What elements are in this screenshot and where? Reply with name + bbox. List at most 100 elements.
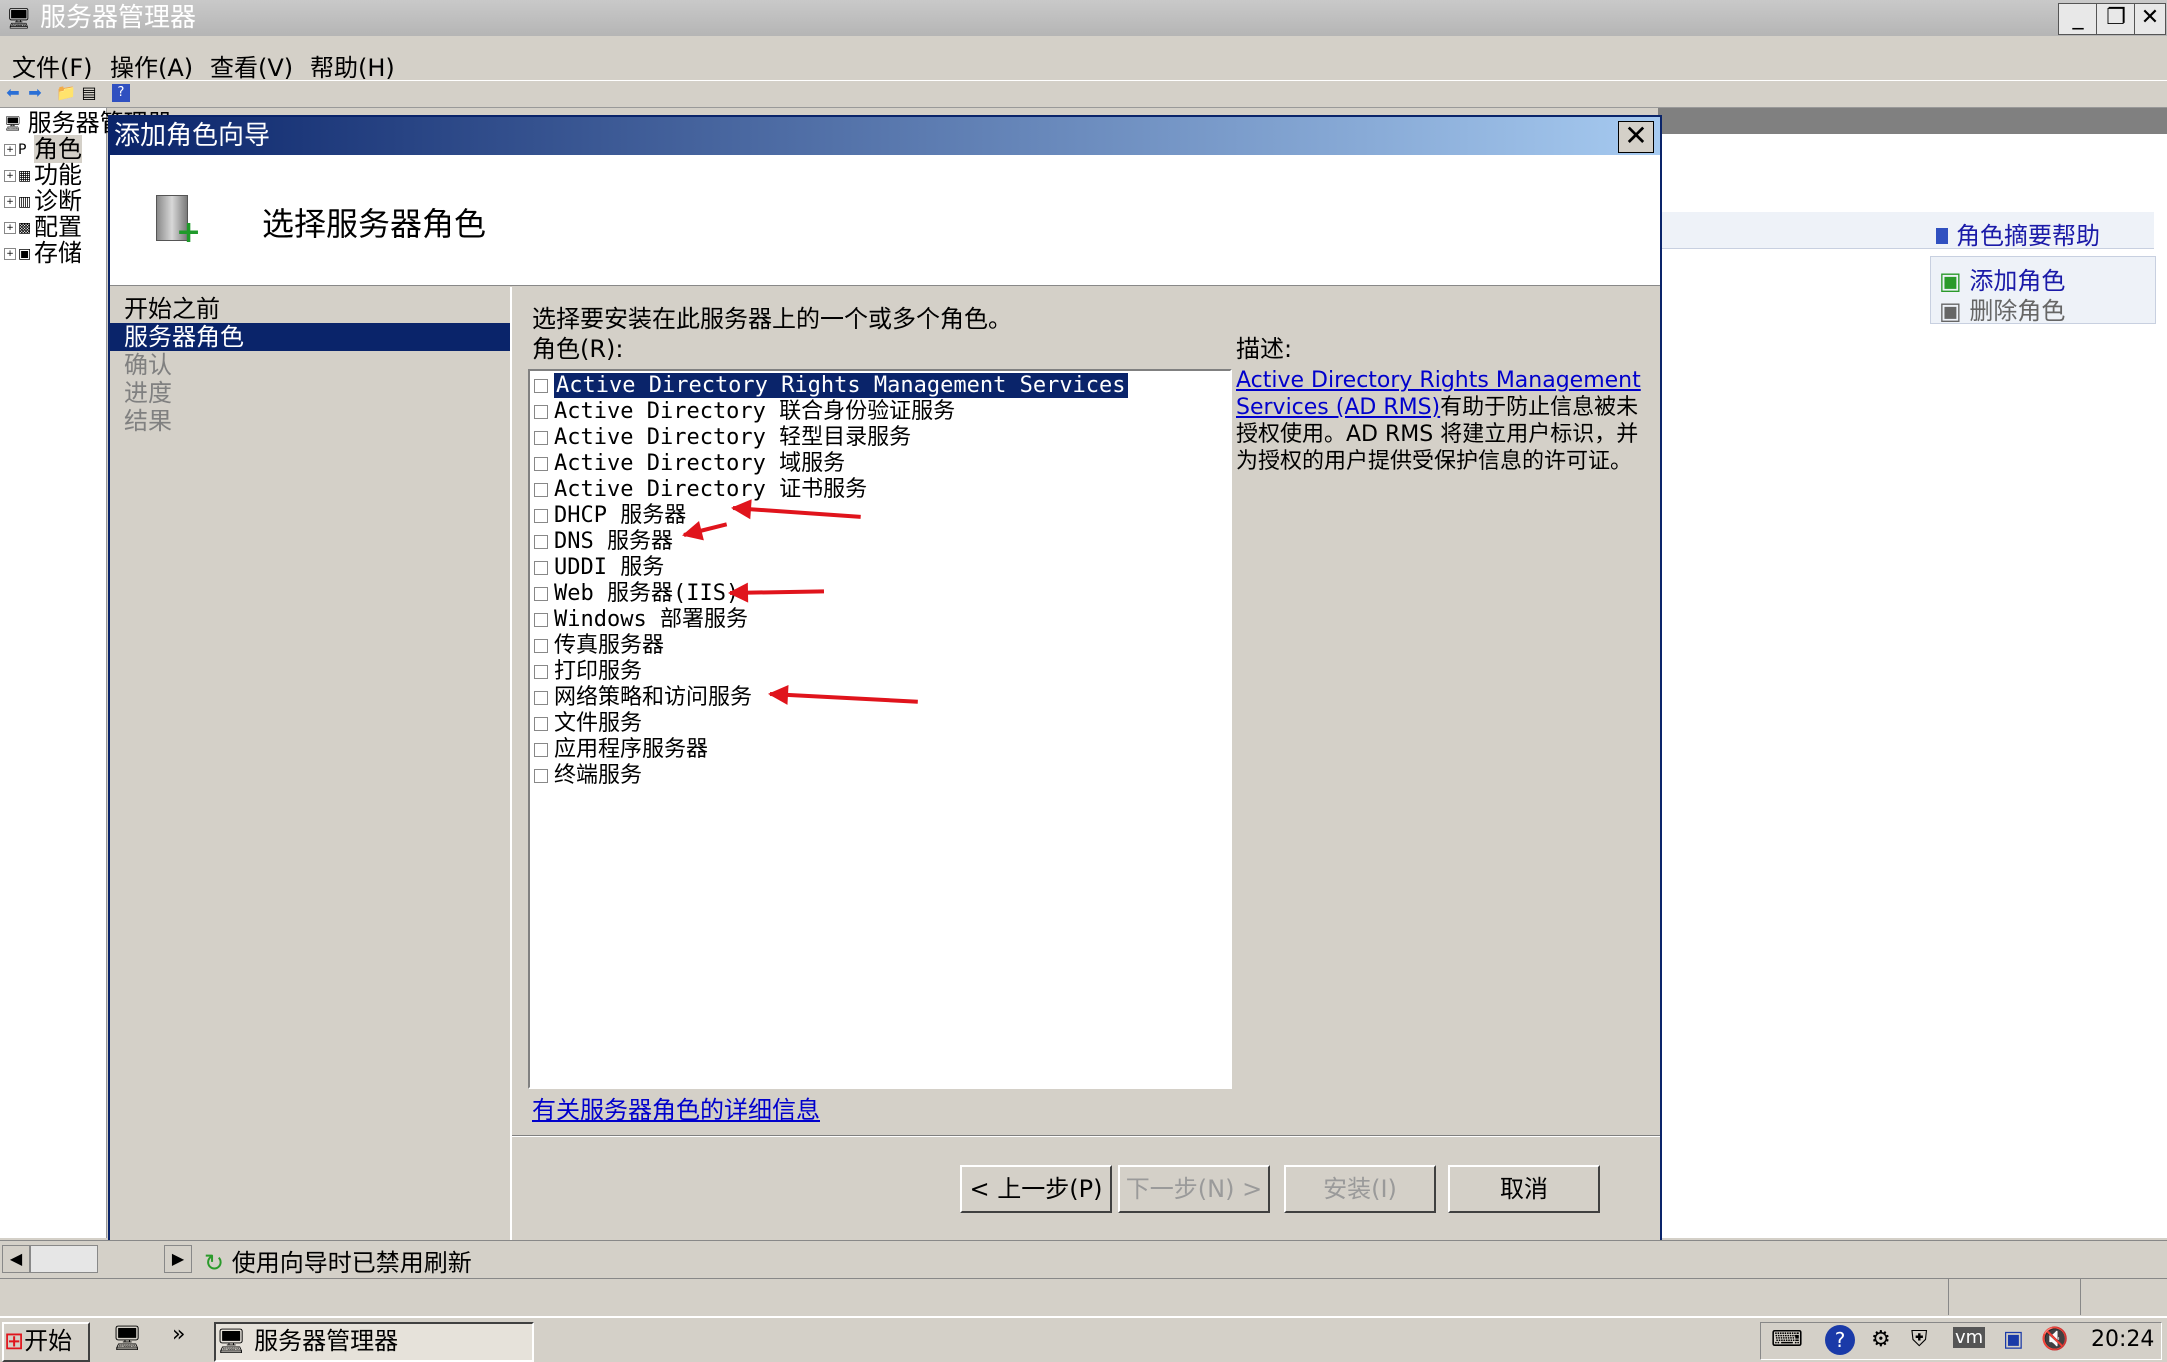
roles-list[interactable]: Active Directory Rights Management Servi…	[528, 369, 1232, 1089]
menu-file[interactable]: 文件(F)	[12, 48, 93, 83]
role-checkbox[interactable]	[534, 509, 548, 523]
role-item[interactable]: 传真服务器	[534, 633, 664, 659]
role-checkbox[interactable]	[534, 561, 548, 575]
keyboard-icon[interactable]: ⌨	[1771, 1327, 1803, 1352]
menu-action[interactable]: 操作(A)	[110, 48, 193, 83]
restore-button[interactable]: ❐	[2096, 3, 2136, 35]
role-summary-help-link[interactable]: 角色摘要帮助	[1936, 216, 2100, 251]
role-checkbox[interactable]	[534, 379, 548, 393]
window-title: 服务器管理器	[40, 3, 197, 33]
tree-item-configuration[interactable]: + ▩ 配置	[4, 214, 82, 240]
remove-role-icon: ▣	[1939, 297, 1962, 325]
navigation-tree: 🖥 服务器管理器 + P 角色 + ▦ 功能 + ▥ 诊断 + ▩ 配置 + ▣ 存储	[0, 108, 172, 1238]
network-connection-icon[interactable]: ▣	[2003, 1327, 2024, 1352]
tree-item-features[interactable]: + ▦ 功能	[4, 162, 82, 188]
back-arrow-icon[interactable]: ⬅	[4, 84, 22, 102]
role-checkbox[interactable]	[534, 535, 548, 549]
cancel-button[interactable]: 取消	[1448, 1165, 1600, 1213]
step-confirmation: 确认	[124, 351, 172, 379]
scroll-left-button[interactable]: ◀	[2, 1245, 30, 1273]
step-before-you-begin[interactable]: 开始之前	[124, 295, 220, 323]
dialog-close-button[interactable]: ✕	[1618, 121, 1654, 153]
taskbar-task-server-manager[interactable]: 🖥 服务器管理器	[214, 1322, 534, 1362]
role-item[interactable]: Active Directory 联合身份验证服务	[534, 399, 955, 425]
role-label: Active Directory 证书服务	[554, 477, 868, 502]
menu-view[interactable]: 查看(V)	[210, 48, 293, 83]
quick-launch-server-icon[interactable]: 🖥	[112, 1324, 142, 1352]
volume-muted-icon[interactable]: 🔇	[2041, 1327, 2068, 1352]
role-checkbox[interactable]	[534, 457, 548, 471]
tree-item-diagnostics[interactable]: + ▥ 诊断	[4, 188, 82, 214]
role-item-web-iis[interactable]: Web 服务器(IIS)	[534, 581, 739, 607]
more-info-link[interactable]: 有关服务器角色的详细信息	[532, 1090, 820, 1125]
role-item[interactable]: Active Directory Rights Management Servi…	[534, 373, 1128, 399]
role-checkbox[interactable]	[534, 405, 548, 419]
help-icon[interactable]: ?	[112, 84, 130, 102]
role-checkbox[interactable]	[534, 483, 548, 497]
dialog-header: + 选择服务器角色	[110, 155, 1660, 286]
role-checkbox[interactable]	[534, 691, 548, 705]
vmware-icon[interactable]: vm	[1953, 1327, 1986, 1348]
expand-icon[interactable]: +	[4, 196, 16, 208]
role-item-dhcp[interactable]: DHCP 服务器	[534, 503, 686, 529]
install-button: 安装(I)	[1284, 1165, 1436, 1213]
back-button[interactable]: < 上一步(P)	[960, 1165, 1112, 1213]
role-item[interactable]: 文件服务	[534, 711, 642, 737]
scroll-right-button[interactable]: ▶	[164, 1245, 192, 1273]
close-button[interactable]: ✕	[2134, 3, 2166, 35]
dialog-heading: 选择服务器角色	[262, 205, 487, 243]
role-item[interactable]: Active Directory 域服务	[534, 451, 845, 477]
minimize-button[interactable]: _	[2058, 3, 2098, 35]
clock[interactable]: 20:24	[2091, 1327, 2154, 1352]
network-icon[interactable]: ⚙	[1871, 1327, 1891, 1352]
server-icon: 🖥	[4, 116, 22, 132]
tree-item-roles[interactable]: + P 角色	[4, 135, 82, 163]
role-checkbox[interactable]	[534, 431, 548, 445]
server-roles-icon: +	[152, 191, 201, 248]
expand-icon[interactable]: +	[4, 170, 16, 182]
dialog-title-bar: 添加角色向导 ✕	[110, 117, 1660, 155]
up-folder-icon[interactable]: 📁	[56, 84, 76, 102]
help-icon[interactable]: ?	[1825, 1325, 1855, 1355]
expand-icon[interactable]: +	[4, 248, 16, 260]
configuration-icon: ▩	[18, 220, 32, 236]
menu-bar: 文件(F) 操作(A) 查看(V) 帮助(H)	[0, 44, 2167, 83]
secondary-status-bar	[0, 1278, 2167, 1315]
role-item[interactable]: 终端服务	[534, 763, 642, 789]
role-item[interactable]: 应用程序服务器	[534, 737, 708, 763]
role-item[interactable]: Windows 部署服务	[534, 607, 748, 633]
features-icon: ▦	[18, 168, 32, 184]
role-item-network-policy[interactable]: 网络策略和访问服务	[534, 685, 752, 711]
start-button[interactable]: ⊞开始	[2, 1322, 90, 1362]
step-server-roles[interactable]: 服务器角色	[110, 323, 510, 351]
remove-role-link[interactable]: ▣ 删除角色	[1939, 291, 2065, 326]
role-item[interactable]: Active Directory 轻型目录服务	[534, 425, 911, 451]
role-item[interactable]: 打印服务	[534, 659, 642, 685]
role-label: 终端服务	[554, 763, 643, 788]
role-checkbox[interactable]	[534, 639, 548, 653]
role-label: 网络策略和访问服务	[554, 685, 753, 710]
expand-icon[interactable]: +	[4, 144, 16, 156]
help-icon	[1936, 228, 1948, 244]
role-checkbox[interactable]	[534, 587, 548, 601]
role-item[interactable]: Active Directory 证书服务	[534, 477, 867, 503]
security-icon[interactable]: ⛨	[1911, 1327, 1928, 1352]
role-checkbox[interactable]	[534, 769, 548, 783]
role-item[interactable]: UDDI 服务	[534, 555, 664, 581]
tree-item-storage[interactable]: + ▣ 存储	[4, 240, 82, 266]
tree-item-label: 角色	[34, 135, 82, 163]
tree-item-label: 配置	[34, 213, 82, 241]
quick-launch-expand-icon[interactable]: »	[172, 1322, 185, 1347]
role-summary-help-label: 角色摘要帮助	[1956, 222, 2100, 250]
role-checkbox[interactable]	[534, 717, 548, 731]
horizontal-scrollbar-thumb[interactable]	[30, 1245, 98, 1273]
forward-arrow-icon[interactable]: ➡	[26, 84, 44, 102]
menu-help[interactable]: 帮助(H)	[310, 48, 395, 83]
show-hide-tree-icon[interactable]: ▤	[80, 84, 98, 102]
role-checkbox[interactable]	[534, 613, 548, 627]
role-item-dns[interactable]: DNS 服务器	[534, 529, 673, 555]
role-checkbox[interactable]	[534, 743, 548, 757]
expand-icon[interactable]: +	[4, 222, 16, 234]
role-label: UDDI 服务	[554, 555, 665, 580]
role-checkbox[interactable]	[534, 665, 548, 679]
